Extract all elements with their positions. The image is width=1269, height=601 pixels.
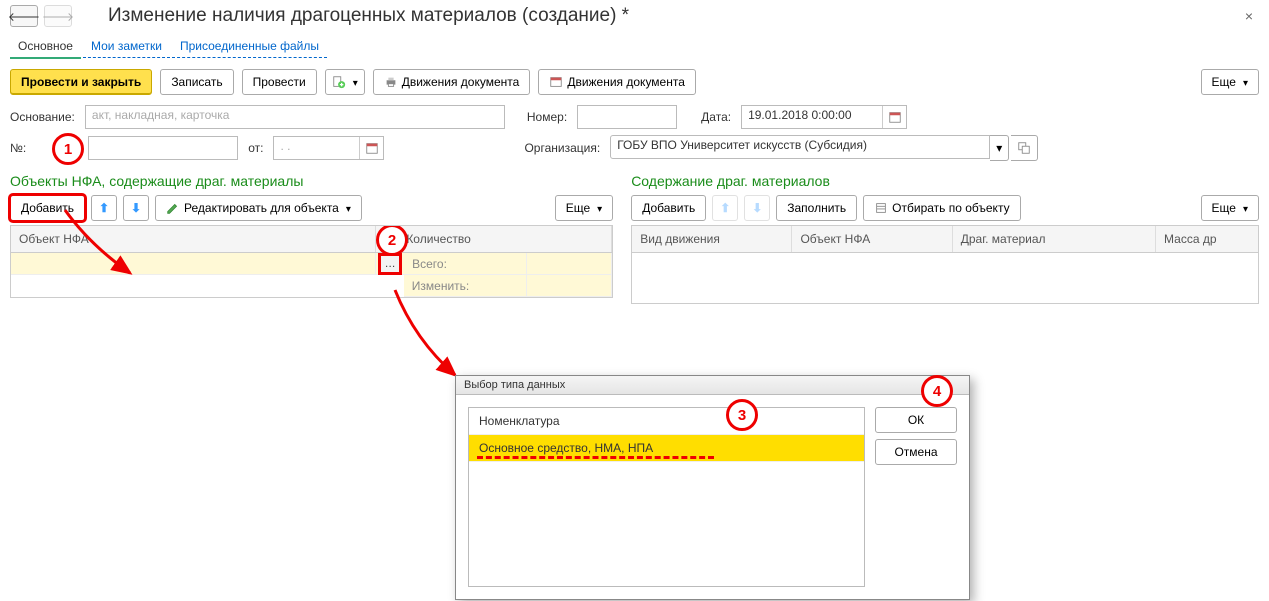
move-down-button: ⬇	[744, 195, 770, 221]
basis-field[interactable]: акт, накладная, карточка	[85, 105, 505, 129]
nav-back[interactable]: 🡐	[10, 5, 38, 27]
filter-icon	[874, 201, 888, 215]
right-section-title: Содержание драг. материалов	[631, 173, 1259, 189]
caret-down-icon: ▾	[996, 141, 1002, 155]
close-icon[interactable]: ×	[1239, 6, 1259, 26]
basis-label: Основание:	[10, 110, 75, 124]
number-field[interactable]	[577, 105, 677, 129]
right-col-object[interactable]: Объект НФА	[792, 226, 952, 252]
right-more-button[interactable]: Еще	[1201, 195, 1259, 221]
fill-button[interactable]: Заполнить	[776, 195, 857, 221]
movements-register-button[interactable]: Движения документа	[538, 69, 696, 95]
post-button[interactable]: Провести	[242, 69, 317, 95]
ext-no-label: №:	[10, 141, 26, 155]
type-selection-dialog: Выбор типа данных Номенклатура Основное …	[455, 375, 970, 600]
more-button[interactable]: Еще	[1201, 69, 1259, 95]
from-date-field[interactable]: . .	[273, 136, 384, 160]
annotation-marker-1: 1	[52, 133, 84, 165]
right-col-movement[interactable]: Вид движения	[632, 226, 792, 252]
nav-forward: 🡒	[44, 5, 72, 27]
caret-down-icon	[343, 201, 351, 215]
pencil-icon	[166, 201, 180, 215]
from-label: от:	[248, 141, 263, 155]
ellipsis-button[interactable]: …	[380, 255, 400, 273]
caret-down-icon	[350, 75, 358, 89]
filter-by-object-button[interactable]: Отбирать по объекту	[863, 195, 1020, 221]
arrow-up-icon: ⬆	[720, 201, 730, 215]
movements-register-label: Движения документа	[567, 75, 685, 89]
calendar-icon[interactable]	[359, 137, 383, 159]
annotation-marker-3: 3	[726, 399, 758, 431]
document-plus-icon	[332, 75, 346, 89]
right-col-material[interactable]: Драг. материал	[953, 226, 1156, 252]
caret-down-icon	[594, 201, 602, 215]
ext-no-field[interactable]	[88, 136, 238, 160]
calendar-icon[interactable]	[882, 106, 906, 128]
right-table: Вид движения Объект НФА Драг. материал М…	[631, 225, 1259, 304]
dialog-ok-button[interactable]: ОК	[875, 407, 957, 433]
cell-open-dialog[interactable]: …	[376, 253, 404, 275]
right-add-button[interactable]: Добавить	[631, 195, 706, 221]
inner-total-label: Всего:	[404, 253, 527, 275]
annotation-marker-4: 4	[921, 375, 953, 407]
org-select-button[interactable]: ▾	[990, 135, 1009, 161]
dialog-cancel-button[interactable]: Отмена	[875, 439, 957, 465]
left-more-button[interactable]: Еще	[555, 195, 613, 221]
move-up-button: ⬆	[712, 195, 738, 221]
org-open-button[interactable]	[1011, 135, 1038, 161]
annotation-marker-2: 2	[376, 225, 408, 256]
left-col-qty[interactable]: Количество	[376, 226, 612, 252]
number-label: Номер:	[527, 110, 567, 124]
date-label: Дата:	[701, 110, 731, 124]
org-field[interactable]: ГОБУ ВПО Университет искусств (Субсидия)	[610, 135, 990, 159]
printer-icon	[384, 75, 398, 89]
save-button[interactable]: Записать	[160, 69, 233, 95]
tab-main[interactable]: Основное	[10, 35, 81, 59]
date-field[interactable]: 19.01.2018 0:00:00	[741, 105, 907, 129]
tab-files[interactable]: Присоединенные файлы	[172, 35, 327, 58]
right-col-mass[interactable]: Масса др	[1156, 226, 1258, 252]
annotation-arrow-1	[30, 205, 150, 295]
inner-change-value	[527, 275, 612, 297]
caret-down-icon	[1240, 75, 1248, 89]
arrow-down-icon: ⬇	[752, 201, 762, 215]
caret-down-icon	[1240, 201, 1248, 215]
inner-total-value	[527, 253, 612, 275]
create-based-on-button[interactable]	[325, 69, 365, 95]
org-label: Организация:	[524, 141, 600, 155]
dialog-title: Выбор типа данных	[456, 376, 969, 395]
register-icon	[549, 75, 563, 89]
post-and-close-button[interactable]: Провести и закрыть	[10, 69, 152, 95]
annotation-arrow-3	[750, 413, 810, 453]
movements-print-button[interactable]: Движения документа	[373, 69, 531, 95]
open-icon	[1017, 141, 1031, 155]
left-section-title: Объекты НФА, содержащие драг. материалы	[10, 173, 613, 189]
tab-notes[interactable]: Мои заметки	[83, 35, 170, 58]
edit-for-object-button[interactable]: Редактировать для объекта	[155, 195, 362, 221]
page-title: Изменение наличия драгоценных материалов…	[108, 5, 629, 27]
movements-print-label: Движения документа	[402, 75, 520, 89]
